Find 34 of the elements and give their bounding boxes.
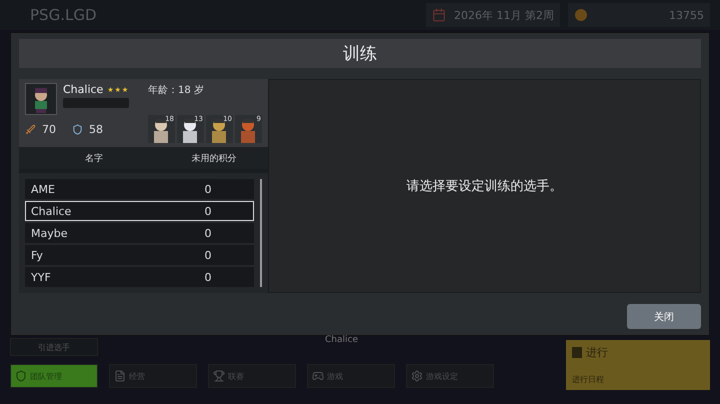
recruit-button[interactable]: 引进选手 <box>10 338 98 356</box>
team-name: PSG.LGD <box>30 6 98 24</box>
player-row[interactable]: AME 0 <box>25 179 254 199</box>
player-row[interactable]: YYF 0 <box>25 267 254 287</box>
proceed-subtitle: 进行日程 <box>572 374 605 385</box>
trophy-icon <box>213 370 225 382</box>
defense-value: 58 <box>89 122 103 136</box>
shield-icon <box>15 370 27 382</box>
column-header: 名字 <box>84 152 104 164</box>
nav-button[interactable]: 团队管理 <box>10 364 98 388</box>
sword-icon <box>25 124 36 134</box>
close-button[interactable]: 关闭 <box>627 304 701 329</box>
player-name: Chalice <box>63 83 104 96</box>
instruction-message: 请选择要设定训练的选手。 <box>406 178 562 195</box>
money-label: 13755 <box>669 8 704 22</box>
proceed-card[interactable]: 进行 进行日程 <box>566 340 710 390</box>
player-row[interactable]: Chalice 0 <box>25 201 254 221</box>
column-header: 未用的积分 <box>190 152 238 164</box>
attack-value: 70 <box>42 122 56 136</box>
proceed-title: 进行 <box>586 345 608 360</box>
settings-icon <box>411 370 423 382</box>
player-row[interactable]: Fy 0 <box>25 245 254 265</box>
calendar-icon <box>432 8 446 22</box>
player-label: Chalice <box>325 336 359 342</box>
age-label: 年龄：18 岁 <box>148 84 205 98</box>
shield-icon <box>72 124 83 134</box>
coin-icon <box>574 8 588 22</box>
player-row[interactable]: Maybe 0 <box>25 223 254 243</box>
gamepad-icon <box>312 370 324 382</box>
role-tag <box>63 98 129 108</box>
date-label: 2026年 11月 第2周 <box>454 8 554 22</box>
avatar <box>25 83 57 115</box>
scrollbar[interactable] <box>260 179 262 287</box>
dialog-title: 训练 <box>19 39 701 68</box>
